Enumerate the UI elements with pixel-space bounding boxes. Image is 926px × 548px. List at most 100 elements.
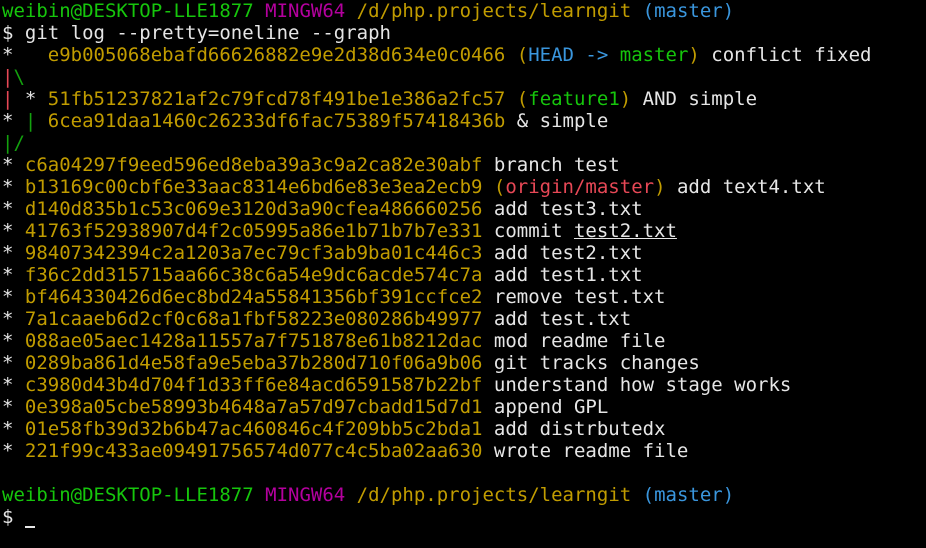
prompt-symbol: $ [2, 506, 14, 528]
log-entry: * f36c2dd315715aa66c38c6a54e9dc6acde574c… [2, 264, 926, 286]
commit-hash: 01e58fb39d32b6b47ac460846c4f209bb5c2bda1 [24, 418, 483, 440]
log-entry: * 221f99c433ae09491756574d077c4c5ba02aa6… [2, 440, 926, 462]
ref-branch-origin-master: origin/master [505, 176, 655, 198]
commit-message: branch test [493, 154, 620, 176]
commit-hash: 0289ba861d4e58fa9e5eba37b280d710f06a9b06 [24, 352, 483, 374]
commit-hash: 221f99c433ae09491756574d077c4c5ba02aa630 [24, 440, 483, 462]
terminal-window[interactable]: weibin@DESKTOP-LLE1877 MINGW64 /d/php.pr… [0, 0, 926, 528]
graph-node: * [2, 198, 25, 220]
log-entry: * bf464330426d6ec8bd24a55841356bf391ccfc… [2, 286, 926, 308]
log-entry-test2: * 41763f52938907d4f2c05995a86e1b71b7b7e3… [2, 220, 926, 242]
graph-node: * [13, 88, 48, 110]
log-entry: * c3980d43b4d704f1d33ff6e84acd6591587b22… [2, 374, 926, 396]
graph-node: * [2, 352, 25, 374]
graph-bar-left: | [2, 66, 14, 88]
prompt-user: weibin@DESKTOP-LLE1877 [2, 0, 254, 22]
ref-paren-close: ) [688, 44, 700, 66]
commit-list: * c6a04297f9eed596ed8eba39a3c9a2ca82e30a… [2, 154, 926, 176]
commit-message: remove test.txt [493, 286, 666, 308]
ref-branch-feature1: feature1 [528, 88, 620, 110]
commit-hash: 088ae05aec1428a11557a7f751878e61b8212dac [24, 330, 483, 352]
graph-bar: | [2, 88, 14, 110]
log-entry-feature1: | * 51fb51237821af2c79fcd78f491be1e386a2… [2, 88, 926, 110]
commit-message: understand how stage works [493, 374, 792, 396]
commit-message: add test2.txt [493, 242, 643, 264]
graph-node: * [2, 264, 25, 286]
commit-hash: b13169c00cbf6e33aac8314e6bd6e83e3ea2ecb9 [24, 176, 483, 198]
commit-list: * d140d835b1c53c069e3120d3a90cfea4866602… [2, 198, 926, 220]
graph-bar: | [24, 110, 48, 132]
commit-message: AND simple [642, 88, 758, 110]
log-entry-origin: * b13169c00cbf6e33aac8314e6bd6e83e3ea2ec… [2, 176, 926, 198]
commit-hash: f36c2dd315715aa66c38c6a54e9dc6acde574c7a [24, 264, 483, 286]
commit-message: add test.txt [493, 308, 632, 330]
log-entry-master-parent: * | 6cea91daa1460c26233df6fac75389f57418… [2, 110, 926, 132]
ref-paren-open: ( [493, 176, 506, 198]
commit-message: append GPL [493, 396, 609, 418]
commit-hash: bf464330426d6ec8bd24a55841356bf391ccfce2 [24, 286, 483, 308]
graph-node: * [2, 330, 25, 352]
graph-node: * [2, 308, 25, 330]
prompt-line: weibin@DESKTOP-LLE1877 MINGW64 /d/php.pr… [2, 484, 926, 506]
commit-hash: e9b005068ebafd66626882e9e2d38d634e0c0466 [47, 44, 506, 66]
log-entry: * 0e398a05cbe58993b4648a7a57d97cbadd15d7… [2, 396, 926, 418]
graph-node: * [2, 418, 25, 440]
log-entry: * 01e58fb39d32b6b47ac460846c4f209bb5c2bd… [2, 418, 926, 440]
ref-paren-close: ) [654, 176, 666, 198]
log-entry: * 98407342394c2a1203a7ec79cf3ab9ba01c446… [2, 242, 926, 264]
commit-message: git tracks changes [493, 352, 700, 374]
graph-node: * [2, 44, 48, 66]
graph-merge-bars: |/ [2, 132, 25, 154]
commit-hash: 98407342394c2a1203a7ec79cf3ab9ba01c446c3 [24, 242, 483, 264]
graph-node: * [2, 176, 25, 198]
ref-paren-open: ( [516, 44, 529, 66]
log-entry: * 7a1caaeb6d2cf0c68a1fbf58223e080286b499… [2, 308, 926, 330]
commit-hash: 7a1caaeb6d2cf0c68a1fbf58223e080286b49977 [24, 308, 483, 330]
log-entry: * d140d835b1c53c069e3120d3a90cfea4866602… [2, 198, 926, 220]
prompt-line: weibin@DESKTOP-LLE1877 MINGW64 /d/php.pr… [2, 0, 926, 22]
graph-node: * [2, 242, 25, 264]
graph-merge: |/ [2, 132, 926, 154]
commit-message: wrote readme file [493, 440, 689, 462]
log-entry-head: * e9b005068ebafd66626882e9e2d38d634e0c04… [2, 44, 926, 66]
graph-node: * [2, 396, 25, 418]
commit-message: commit [493, 220, 574, 242]
commit-message-link[interactable]: test2.txt [574, 220, 677, 242]
ref-head: HEAD -> [528, 44, 620, 66]
commit-hash: c3980d43b4d704f1d33ff6e84acd6591587b22bf [24, 374, 483, 396]
prompt-shell: MINGW64 [265, 484, 346, 506]
commit-message: add test3.txt [493, 198, 643, 220]
commit-hash: 51fb51237821af2c79fcd78f491be1e386a2fc57 [47, 88, 506, 110]
prompt-path: /d/php.projects/learngit [356, 0, 632, 22]
ref-paren-open: ( [516, 88, 529, 110]
commit-message: add distrbutedx [493, 418, 666, 440]
text-cursor [24, 526, 35, 528]
graph-node: * [2, 154, 25, 176]
log-entry: * 088ae05aec1428a11557a7f751878e61b8212d… [2, 330, 926, 352]
log-entry: * 0289ba861d4e58fa9e5eba37b280d710f06a9b… [2, 352, 926, 374]
commit-message: add test1.txt [493, 264, 643, 286]
graph-node: * [2, 286, 25, 308]
ref-paren-close: ) [619, 88, 632, 110]
graph-node: * [2, 440, 25, 462]
commit-message: & simple [516, 110, 609, 132]
graph-node: * [2, 374, 25, 396]
commit-list: * 98407342394c2a1203a7ec79cf3ab9ba01c446… [2, 242, 926, 462]
commit-hash: 41763f52938907d4f2c05995a86e1b71b7b7e331 [24, 220, 483, 242]
prompt-path: /d/php.projects/learngit [356, 484, 632, 506]
command-line: $ git log --pretty=oneline --graph [2, 22, 926, 44]
input-line[interactable]: $ [2, 506, 926, 528]
log-entry: * c6a04297f9eed596ed8eba39a3c9a2ca82e30a… [2, 154, 926, 176]
commit-hash: 6cea91daa1460c26233df6fac75389f57418436b [47, 110, 506, 132]
commit-message: conflict fixed [711, 44, 872, 66]
graph-node: * [2, 220, 25, 242]
commit-hash: 0e398a05cbe58993b4648a7a57d97cbadd15d7d1 [24, 396, 483, 418]
prompt-branch: (master) [642, 484, 735, 506]
commit-hash: c6a04297f9eed596ed8eba39a3c9a2ca82e30abf [24, 154, 483, 176]
graph-bar-right: \ [13, 66, 25, 88]
prompt-branch: (master) [642, 0, 735, 22]
prompt-user: weibin@DESKTOP-LLE1877 [2, 484, 254, 506]
ref-branch-master: master [619, 44, 689, 66]
commit-message: add text4.txt [676, 176, 826, 198]
